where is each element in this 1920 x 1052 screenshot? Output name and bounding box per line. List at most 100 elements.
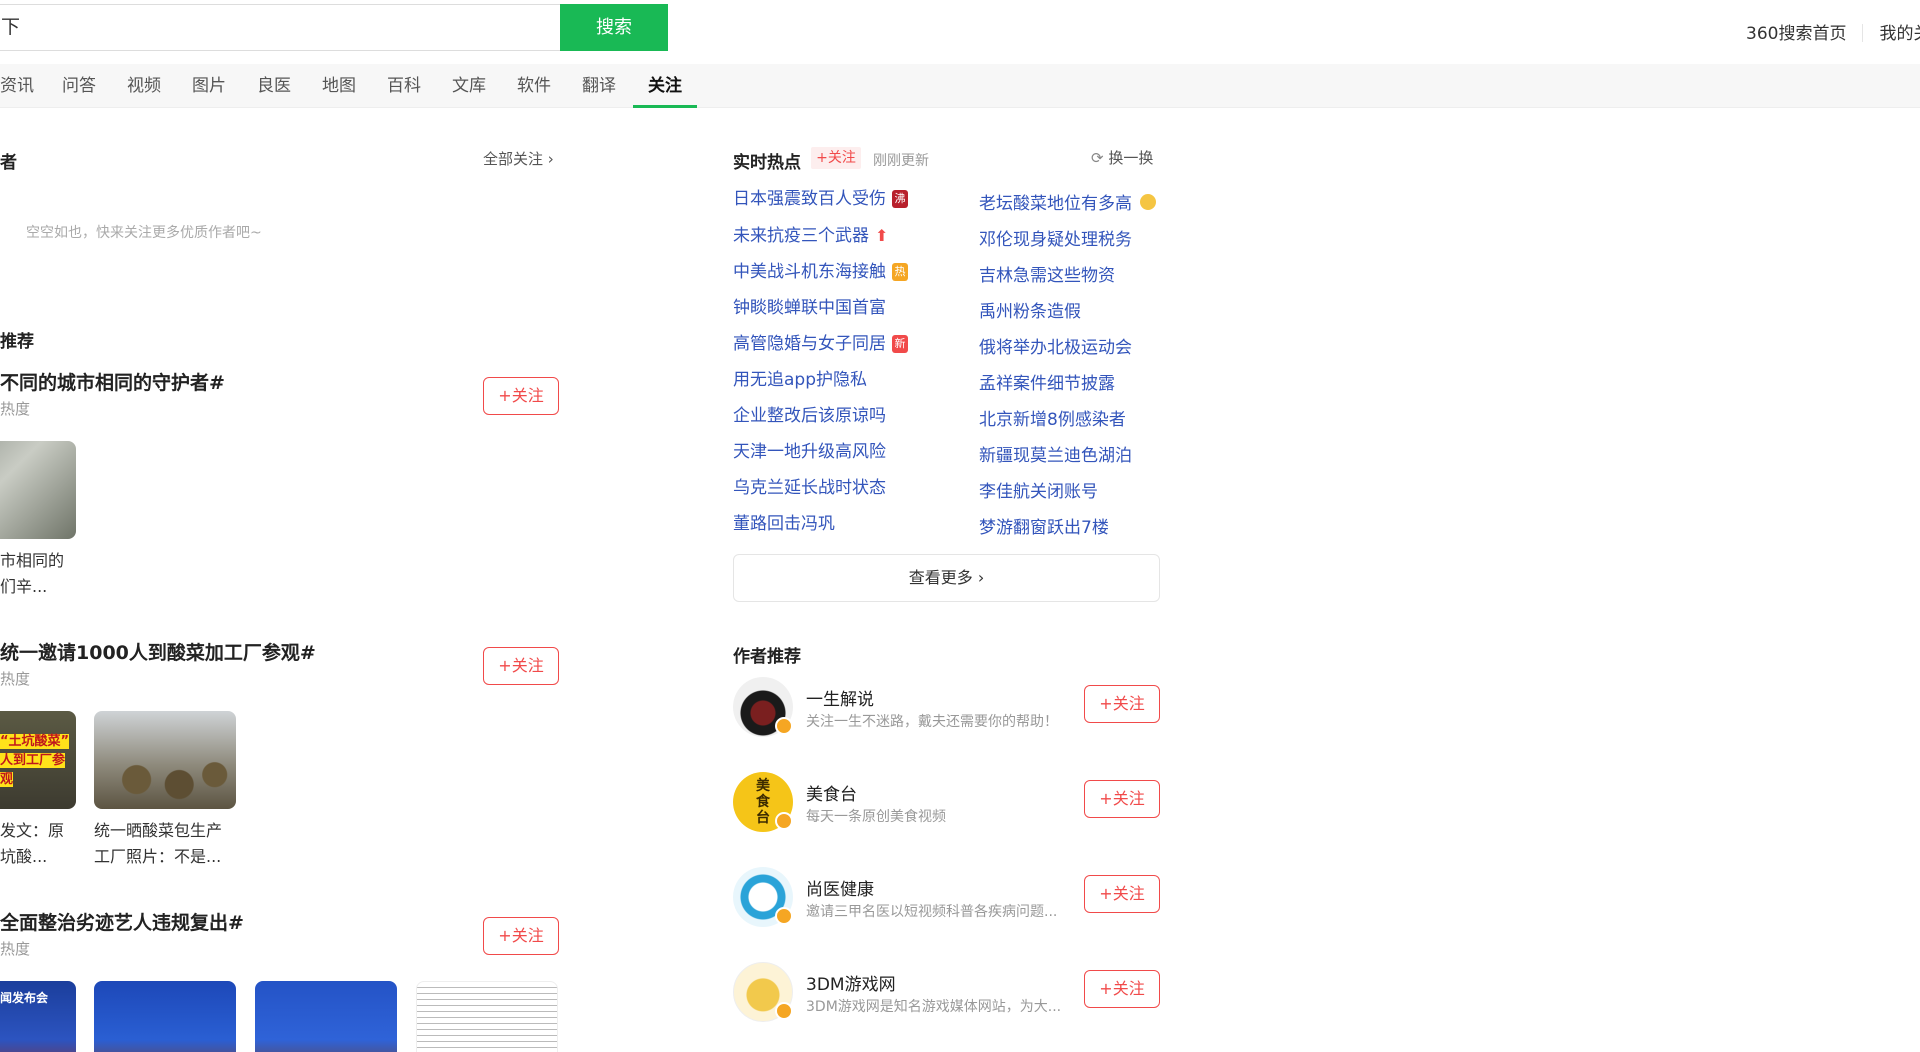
refresh-button[interactable]: ⟳ 换一换 xyxy=(1091,147,1153,168)
author-name[interactable]: 3DM游戏网 xyxy=(806,970,896,995)
follow-button[interactable]: +关注 xyxy=(483,647,559,685)
tab-translate[interactable]: 翻译 xyxy=(582,64,616,108)
hot-item[interactable]: 北京新增8例感染者 xyxy=(979,405,1126,430)
hot-item-text: 未来抗疫三个武器 xyxy=(733,226,869,246)
author-desc: 关注一生不迷路，戴夫还需要你的帮助！ xyxy=(806,714,1058,730)
hot-item[interactable]: 李佳航关闭账号 xyxy=(979,477,1098,502)
thumbnail-caption[interactable]: 统一晒酸菜包生产 工厂照片：不是... xyxy=(94,818,236,870)
tab-qa[interactable]: 问答 xyxy=(62,64,96,108)
author-desc: 每天一条原创美食视频 xyxy=(806,809,946,825)
hot-item[interactable]: 天津一地升级高风险 xyxy=(733,437,886,462)
verified-badge-icon xyxy=(775,812,793,830)
topic-thumbnail[interactable] xyxy=(0,441,76,539)
hot-item[interactable]: 邓伦现身疑处理税务 xyxy=(979,225,1132,250)
hot-item[interactable]: 日本强震致百人受伤沸 xyxy=(733,184,908,209)
hot-item-text: 中美战斗机东海接触 xyxy=(733,262,886,282)
author-item: 3DM游戏网 3DM游戏网是知名游戏媒体网站，为大... +关注 xyxy=(733,962,1163,1028)
thumbnail-overlay-text: 闻发布会 xyxy=(0,991,49,1005)
thumbnail-caption[interactable]: 市相同的 们辛... xyxy=(0,548,142,600)
verified-badge-icon xyxy=(775,1002,793,1020)
follow-button[interactable]: +关注 xyxy=(483,917,559,955)
hot-item[interactable]: 梦游翻窗跃出7楼 xyxy=(979,513,1109,538)
topic-thumbnail[interactable]: 闻发布会 xyxy=(0,981,76,1052)
search-button[interactable]: 搜索 xyxy=(560,4,668,51)
all-follow-link[interactable]: 全部关注 › xyxy=(483,148,554,169)
verified-badge-icon xyxy=(775,907,793,925)
my-authors-title: 者 xyxy=(0,153,17,173)
topic-thumbnail[interactable] xyxy=(94,711,236,809)
tab-images[interactable]: 图片 xyxy=(192,64,226,108)
hot-item[interactable]: 禹州粉条造假 xyxy=(979,297,1081,322)
topic-thumbnail[interactable]: “土坑酸菜” 人到工厂参观 xyxy=(0,711,76,809)
hot-item[interactable]: 用无追app护隐私 xyxy=(733,365,867,390)
topic-heat: 热度 xyxy=(0,400,31,418)
tab-follow[interactable]: 关注 xyxy=(633,64,697,108)
header: 下 搜索 360搜索首页 我的关 xyxy=(0,0,1920,62)
hot-list-title: 实时热点 xyxy=(733,153,801,173)
empty-tip: 空空如也，快来关注更多优质作者吧~ xyxy=(26,225,262,241)
follow-button[interactable]: +关注 xyxy=(1084,970,1160,1008)
topic-thumbnail[interactable] xyxy=(94,981,236,1052)
hot-item[interactable]: 董路回击冯巩 xyxy=(733,509,835,534)
hot-item-text: 高管隐婚与女子同居 xyxy=(733,334,886,354)
search-input[interactable]: 下 xyxy=(0,4,560,51)
refresh-label: 换一换 xyxy=(1108,149,1154,167)
update-status: 刚刚更新 xyxy=(873,153,929,169)
author-name[interactable]: 美食台 xyxy=(806,780,857,805)
refresh-icon: ⟳ xyxy=(1091,149,1104,167)
verified-badge-icon xyxy=(775,717,793,735)
hot-item[interactable]: 乌克兰延长战时状态 xyxy=(733,473,886,498)
hot-item[interactable]: 孟祥案件细节披露 xyxy=(979,369,1115,394)
chevron-right-icon: › xyxy=(977,568,985,587)
hot-item[interactable]: 企业整改后该原谅吗 xyxy=(733,401,886,426)
hot-item[interactable]: 中美战斗机东海接触热 xyxy=(733,257,908,282)
my-follow-link[interactable]: 我的关 xyxy=(1879,24,1920,44)
hot-item[interactable]: 老坛酸菜地位有多高 xyxy=(979,189,1156,214)
author-item: 美食台 美食台 每天一条原创美食视频 +关注 xyxy=(733,772,1163,838)
recommend-title: 推荐 xyxy=(0,332,34,352)
view-more-button[interactable]: 查看更多 › xyxy=(733,554,1160,602)
tab-news[interactable]: 资讯 xyxy=(0,64,34,108)
author-item: 尚医健康 邀请三甲名医以短视频科普各疾病问题... +关注 xyxy=(733,867,1163,933)
hot-item[interactable]: 钟睒睒蝉联中国首富 xyxy=(733,293,886,318)
left-column: 者 全部关注 › 空空如也，快来关注更多优质作者吧~ 推荐 不同的城市相同的守护… xyxy=(0,108,570,1052)
follow-button[interactable]: +关注 xyxy=(483,377,559,415)
author-item: 一生解说 关注一生不迷路，戴夫还需要你的帮助！ +关注 xyxy=(733,677,1163,743)
topic-thumbnail[interactable] xyxy=(255,981,397,1052)
follow-button[interactable]: +关注 xyxy=(1084,875,1160,913)
topic-heat: 热度 xyxy=(0,670,31,688)
follow-button[interactable]: +关注 xyxy=(1084,780,1160,818)
hot-badge-icon: 沸 xyxy=(892,190,908,208)
topic-title[interactable]: 全面整治劣迹艺人违规复出# xyxy=(0,908,244,935)
author-desc: 3DM游戏网是知名游戏媒体网站，为大... xyxy=(806,999,1062,1015)
author-name[interactable]: 尚医健康 xyxy=(806,875,874,900)
follow-button[interactable]: +关注 xyxy=(1084,685,1160,723)
topic-title[interactable]: 不同的城市相同的守护者# xyxy=(0,368,225,395)
topic-title[interactable]: 统一邀请1000人到酸菜加工厂参观# xyxy=(0,638,316,665)
hot-item[interactable]: 俄将举办北极运动会 xyxy=(979,333,1132,358)
hot-item[interactable]: 吉林急需这些物资 xyxy=(979,261,1115,286)
hot-item[interactable]: 未来抗疫三个武器 ⬆ xyxy=(733,221,888,246)
hot-follow-button[interactable]: +关注 xyxy=(811,147,861,169)
avatar-text: 美食台 xyxy=(756,778,770,826)
emoji-icon xyxy=(1140,194,1156,210)
author-name[interactable]: 一生解说 xyxy=(806,685,874,710)
hot-item[interactable]: 高管隐婚与女子同居新 xyxy=(733,329,908,354)
author-recommend-title: 作者推荐 xyxy=(733,647,801,667)
hot-item[interactable]: 新疆现莫兰迪色湖泊 xyxy=(979,441,1132,466)
divider xyxy=(1862,24,1864,42)
topic-thumbnail[interactable] xyxy=(416,981,558,1052)
tab-bar: 资讯 问答 视频 图片 良医 地图 百科 文库 软件 翻译 关注 xyxy=(0,64,1920,108)
chevron-right-icon: › xyxy=(547,150,554,168)
home-link[interactable]: 360搜索首页 xyxy=(1746,24,1846,44)
tab-software[interactable]: 软件 xyxy=(517,64,551,108)
tab-video[interactable]: 视频 xyxy=(127,64,161,108)
view-more-label: 查看更多 xyxy=(908,568,973,587)
tab-doctor[interactable]: 良医 xyxy=(257,64,291,108)
new-badge-icon: 新 xyxy=(892,335,908,353)
tab-map[interactable]: 地图 xyxy=(322,64,356,108)
tab-wenku[interactable]: 文库 xyxy=(452,64,486,108)
author-desc: 邀请三甲名医以短视频科普各疾病问题... xyxy=(806,904,1058,920)
tab-baike[interactable]: 百科 xyxy=(387,64,421,108)
top-links: 360搜索首页 我的关 xyxy=(1746,19,1920,44)
